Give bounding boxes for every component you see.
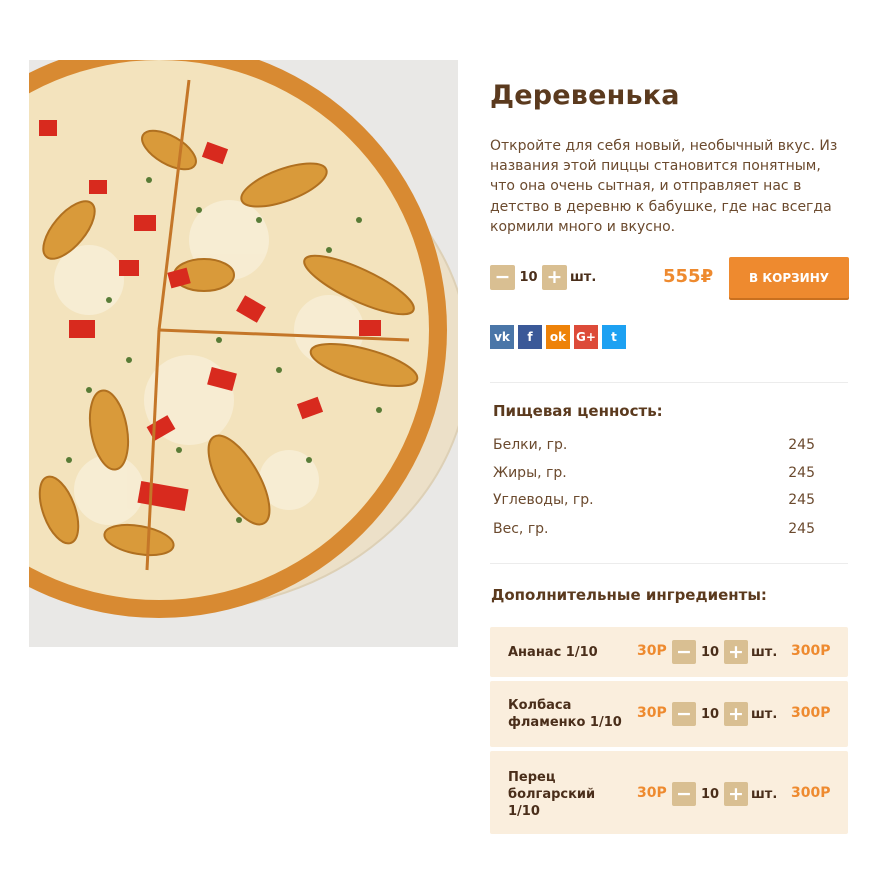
extra-item-card: Колбаса фламенко 1/10 30Р − 10 + шт. 300… xyxy=(490,681,848,747)
nutrition-row: Жиры, гр. 245 xyxy=(493,465,815,481)
extra-item-price: 30Р xyxy=(637,705,667,721)
odnoklassniki-icon[interactable]: ok xyxy=(546,325,570,349)
extra-quantity-stepper: − 10 + шт. xyxy=(672,782,777,806)
extra-item-total: 300Р xyxy=(791,705,831,721)
nutrition-value: 245 xyxy=(788,465,815,481)
extra-item-name: Колбаса фламенко 1/10 xyxy=(508,698,622,730)
extras-title: Дополнительные ингредиенты: xyxy=(491,586,767,604)
product-title: Деревенька xyxy=(490,80,680,111)
increase-extra-button[interactable]: + xyxy=(724,640,748,664)
quantity-unit: шт. xyxy=(570,270,597,285)
facebook-icon[interactable]: f xyxy=(518,325,542,349)
extra-item-card: Ананас 1/10 30Р − 10 + шт. 300Р xyxy=(490,627,848,677)
divider xyxy=(490,563,848,564)
extra-quantity-stepper: − 10 + шт. xyxy=(672,702,777,726)
quantity-value[interactable]: 10 xyxy=(515,270,542,285)
extra-quantity-unit: шт. xyxy=(751,786,778,802)
extra-item-total: 300Р xyxy=(791,785,831,801)
extra-quantity-value[interactable]: 10 xyxy=(696,707,724,722)
nutrition-label: Белки, гр. xyxy=(493,437,568,453)
google-plus-icon[interactable]: G+ xyxy=(574,325,598,349)
extra-item-card: Перец болгарский 1/10 30Р − 10 + шт. 300… xyxy=(490,751,848,834)
product-description: Откройте для себя новый, необычный вкус.… xyxy=(490,138,838,235)
add-to-cart-button[interactable]: В КОРЗИНУ xyxy=(729,257,849,298)
extra-item-total: 300Р xyxy=(791,643,831,659)
nutrition-label: Углеводы, гр. xyxy=(493,492,594,508)
extra-quantity-unit: шт. xyxy=(751,644,778,660)
extra-item-name: Ананас 1/10 xyxy=(508,645,598,660)
increase-quantity-button[interactable]: + xyxy=(542,265,567,290)
extra-item-price: 30Р xyxy=(637,643,667,659)
nutrition-row: Углеводы, гр. 245 xyxy=(493,492,815,508)
vk-icon[interactable]: vk xyxy=(490,325,514,349)
nutrition-value: 245 xyxy=(788,437,815,453)
twitter-icon[interactable]: t xyxy=(602,325,626,349)
nutrition-title: Пищевая ценность: xyxy=(493,402,663,420)
extra-quantity-unit: шт. xyxy=(751,706,778,722)
extra-quantity-stepper: − 10 + шт. xyxy=(672,640,777,664)
quantity-stepper: − 10 + шт. xyxy=(490,265,596,290)
decrease-extra-button[interactable]: − xyxy=(672,702,696,726)
nutrition-value: 245 xyxy=(788,521,815,537)
decrease-extra-button[interactable]: − xyxy=(672,640,696,664)
nutrition-row: Белки, гр. 245 xyxy=(493,437,815,453)
product-price: 555₽ xyxy=(663,266,714,287)
decrease-extra-button[interactable]: − xyxy=(672,782,696,806)
social-share: vk f ok G+ t xyxy=(490,325,626,349)
extra-item-name: Перец болгарский 1/10 xyxy=(508,770,596,819)
nutrition-label: Жиры, гр. xyxy=(493,465,567,481)
extra-item-price: 30Р xyxy=(637,785,667,801)
increase-extra-button[interactable]: + xyxy=(724,702,748,726)
extra-quantity-value[interactable]: 10 xyxy=(696,645,724,660)
nutrition-value: 245 xyxy=(788,492,815,508)
divider xyxy=(490,382,848,383)
nutrition-label: Вес, гр. xyxy=(493,521,549,537)
increase-extra-button[interactable]: + xyxy=(724,782,748,806)
decrease-quantity-button[interactable]: − xyxy=(490,265,515,290)
extra-quantity-value[interactable]: 10 xyxy=(696,787,724,802)
product-image xyxy=(29,60,458,647)
nutrition-row: Вес, гр. 245 xyxy=(493,521,815,537)
